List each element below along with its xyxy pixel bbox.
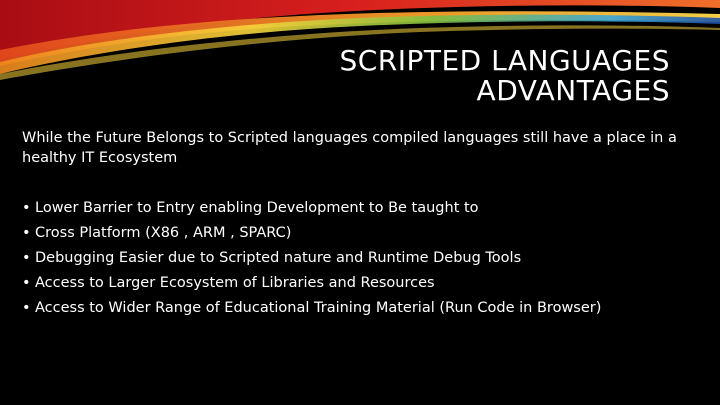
slide-title: SCRIPTED LANGUAGES ADVANTAGES (110, 46, 670, 106)
bullet-text: Debugging Easier due to Scripted nature … (35, 250, 522, 266)
bullet-text: Cross Platform (X86 , ARM , SPARC) (35, 225, 292, 241)
intro-paragraph: While the Future Belongs to Scripted lan… (22, 130, 677, 166)
slide-title-line-2: ADVANTAGES (476, 74, 670, 107)
bullet-item: • Access to Larger Ecosystem of Librarie… (22, 273, 682, 293)
bullet-icon: • (22, 300, 31, 316)
slide-title-line-1: SCRIPTED LANGUAGES (339, 44, 670, 77)
bullet-text: Access to Wider Range of Educational Tra… (35, 300, 602, 316)
bullet-item: • Lower Barrier to Entry enabling Develo… (22, 198, 682, 218)
bullet-item: • Cross Platform (X86 , ARM , SPARC) (22, 223, 682, 243)
slide-body: While the Future Belongs to Scripted lan… (22, 128, 682, 323)
bullet-icon: • (22, 250, 31, 266)
bullet-item: • Access to Wider Range of Educational T… (22, 298, 682, 318)
slide: SCRIPTED LANGUAGES ADVANTAGES While the … (0, 0, 720, 405)
bullet-item: • Debugging Easier due to Scripted natur… (22, 248, 682, 268)
bullet-text: Lower Barrier to Entry enabling Developm… (35, 200, 479, 216)
bullet-icon: • (22, 225, 31, 241)
bullet-icon: • (22, 275, 31, 291)
bullet-text: Access to Larger Ecosystem of Libraries … (35, 275, 435, 291)
bullet-icon: • (22, 200, 31, 216)
bullet-list: • Lower Barrier to Entry enabling Develo… (22, 198, 682, 318)
